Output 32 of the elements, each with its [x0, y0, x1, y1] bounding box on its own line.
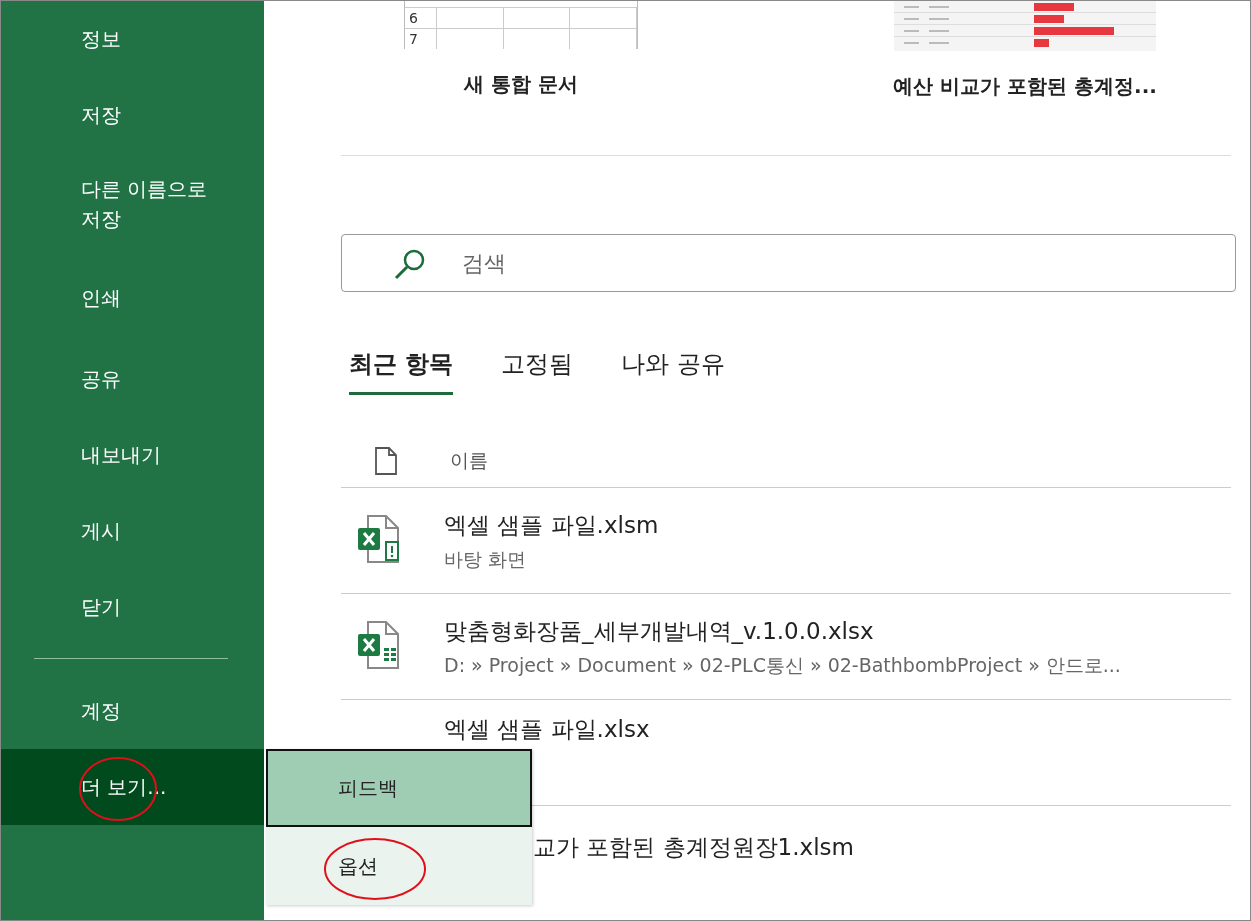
- column-header[interactable]: 이름: [450, 448, 488, 474]
- sidebar-item[interactable]: 정보: [1, 1, 264, 77]
- sidebar-item[interactable]: 게시: [1, 493, 264, 569]
- tab[interactable]: 나와 공유: [621, 348, 725, 395]
- template-title[interactable]: 새 통합 문서: [464, 71, 578, 98]
- template-thumbnail-drawing[interactable]: [894, 1, 1156, 51]
- file-location: 바탕 화면: [444, 547, 528, 572]
- sidebar-item[interactable]: 인쇄: [1, 255, 264, 341]
- sidebar-item[interactable]: 저장: [1, 77, 264, 153]
- tab[interactable]: 최근 항목: [349, 348, 454, 395]
- sidebar-item[interactable]: 공유: [1, 341, 264, 417]
- sidebar-item[interactable]: 닫기: [1, 569, 264, 645]
- sidebar-item[interactable]: 다른 이름으로 저장: [1, 153, 264, 255]
- row-number: 6: [405, 8, 438, 28]
- file-name[interactable]: 교가 포함된 총계정원장1.xlsm: [533, 832, 854, 863]
- sidebar-item[interactable]: 내보내기: [1, 417, 264, 493]
- tab[interactable]: 고정됨: [501, 348, 574, 395]
- search-field[interactable]: 검색: [341, 234, 1236, 292]
- file-name[interactable]: 엑셀 샘플 파일.xlsm: [444, 510, 659, 541]
- file-location: D: » Project » Document » 02-PLC통신 » 02-BathbombProject » 안드로...: [444, 653, 1121, 678]
- menu-item[interactable]: 옵션: [266, 827, 532, 905]
- sidebar-item[interactable]: 계정: [1, 673, 264, 749]
- file-icon: [374, 447, 398, 475]
- template-thumbnail[interactable]: 6 7: [404, 1, 638, 49]
- file-name[interactable]: 엑셀 샘플 파일.xlsx: [444, 714, 650, 745]
- file-name[interactable]: 맞춤형화장품_세부개발내역_v.1.0.0.xlsx: [444, 616, 1121, 647]
- menu-item[interactable]: 피드백: [266, 749, 532, 827]
- search-icon: [393, 248, 427, 280]
- spreadsheet-file-icon: [356, 619, 402, 672]
- template-title[interactable]: 예산 비교가 포함된 총계정...: [893, 73, 1157, 100]
- row-number: 7: [405, 29, 438, 49]
- spreadsheet-file-icon: [356, 513, 402, 566]
